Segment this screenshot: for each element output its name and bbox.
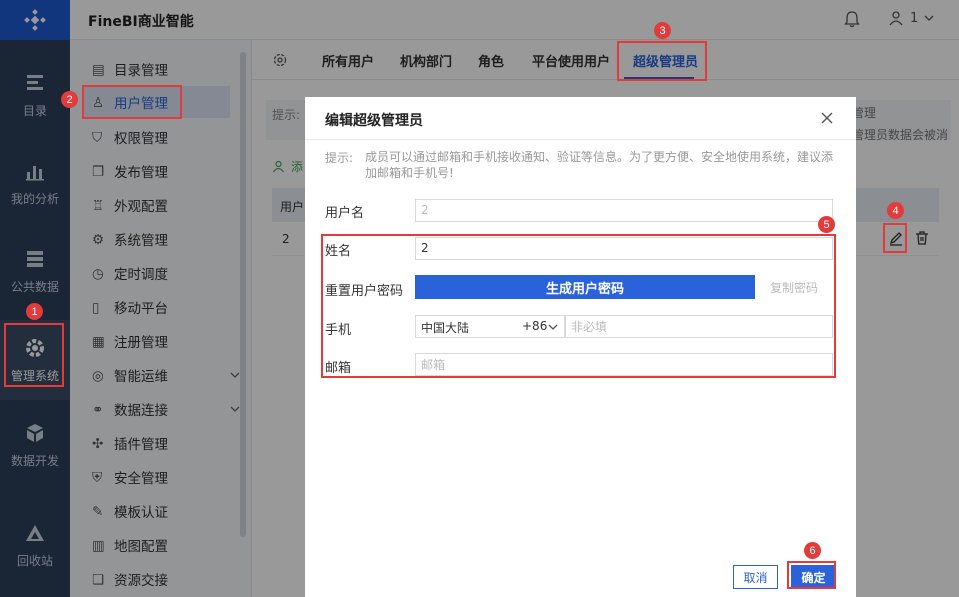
cancel-button[interactable]: 取消 xyxy=(733,565,778,589)
username-field: 2 xyxy=(415,199,833,222)
annotation-box-3 xyxy=(617,41,707,81)
username-label: 用户名 xyxy=(325,206,365,221)
close-icon[interactable] xyxy=(820,111,834,125)
dialog-hint-text: 成员可以通过邮箱和手机接收通知、验证等信息。为了更方便、安全地使用系统，建议添加… xyxy=(365,150,834,180)
annotation-badge-5: 5 xyxy=(818,216,835,233)
annotation-box-4 xyxy=(883,223,907,253)
dialog-divider xyxy=(305,139,856,140)
annotation-box-5 xyxy=(321,234,836,378)
annotation-badge-1: 1 xyxy=(26,303,43,320)
annotation-badge-3: 3 xyxy=(654,22,671,39)
annotation-box-6 xyxy=(787,561,836,589)
dialog-hint-label: 提示: xyxy=(325,151,354,165)
dialog-title: 编辑超级管理员 xyxy=(325,113,423,129)
annotation-badge-4: 4 xyxy=(887,202,904,219)
annotation-box-2 xyxy=(82,85,182,119)
annotation-badge-6: 6 xyxy=(804,542,821,559)
annotation-box-1 xyxy=(4,323,64,387)
annotation-badge-2: 2 xyxy=(61,91,78,108)
